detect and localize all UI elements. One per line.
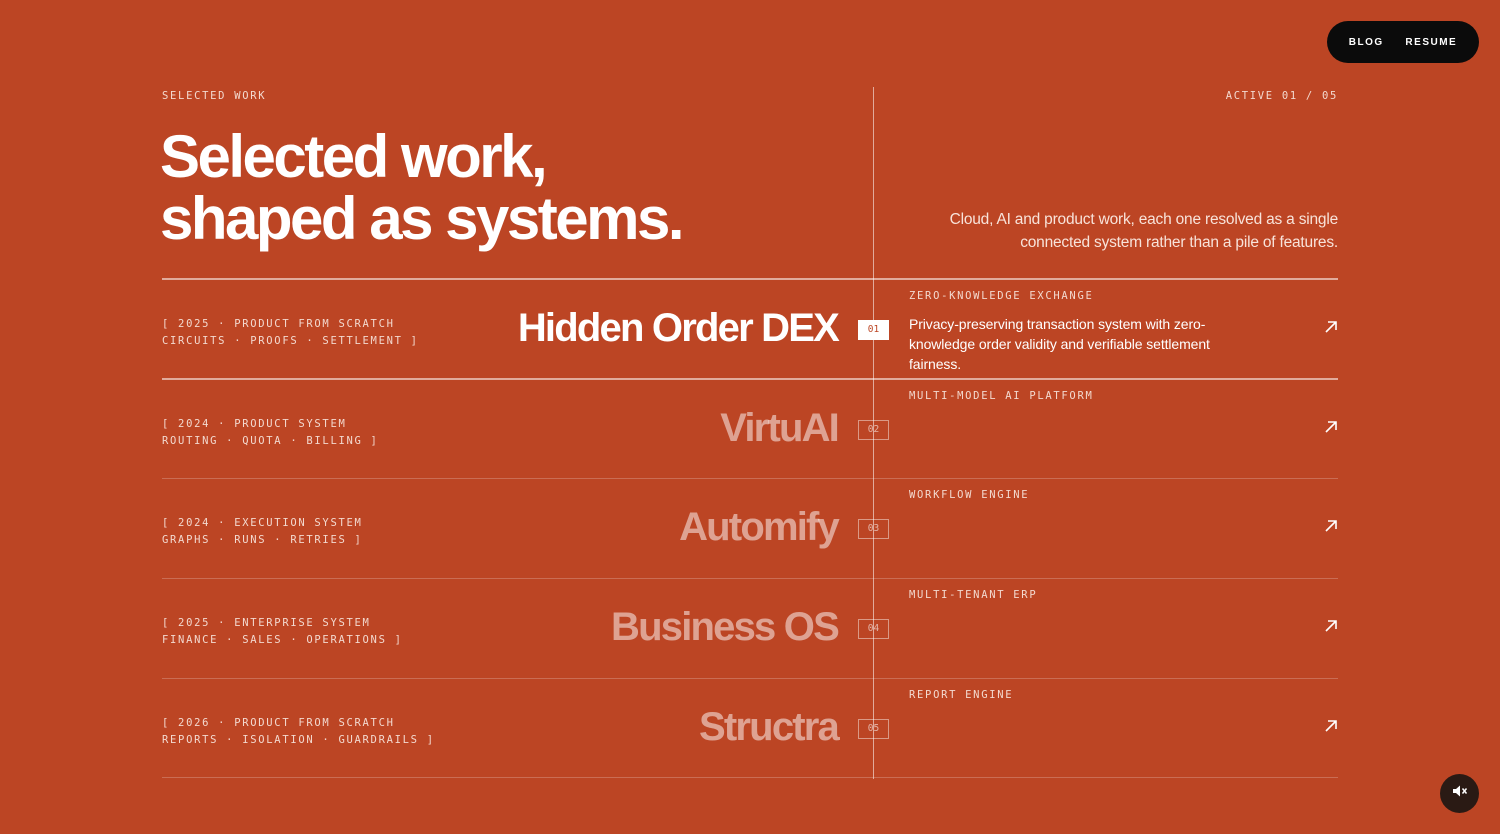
project-category: MULTI-MODEL AI PLATFORM bbox=[909, 390, 1094, 402]
project-meta: [ 2025 · ENTERPRISE SYSTEM FINANCE · SAL… bbox=[162, 615, 403, 649]
project-number-badge: 01 bbox=[858, 320, 889, 340]
project-number-badge: 03 bbox=[858, 519, 889, 539]
arrow-up-right-icon[interactable] bbox=[1324, 619, 1338, 633]
project-meta-line-1: [ 2025 · ENTERPRISE SYSTEM bbox=[162, 617, 371, 629]
arrow-up-right-icon[interactable] bbox=[1324, 420, 1338, 434]
project-category: MULTI-TENANT ERP bbox=[909, 589, 1038, 601]
project-meta-line-2: GRAPHS · RUNS · RETRIES ] bbox=[162, 534, 363, 546]
arrow-up-right-icon[interactable] bbox=[1324, 719, 1338, 733]
project-category: REPORT ENGINE bbox=[909, 689, 1014, 701]
project-number-badge: 02 bbox=[858, 420, 889, 440]
project-meta-line-2: FINANCE · SALES · OPERATIONS ] bbox=[162, 634, 403, 646]
project-meta: [ 2024 · PRODUCT SYSTEM ROUTING · QUOTA … bbox=[162, 416, 379, 450]
project-category: ZERO-KNOWLEDGE EXCHANGE bbox=[909, 290, 1094, 302]
project-meta-line-2: CIRCUITS · PROOFS · SETTLEMENT ] bbox=[162, 335, 419, 347]
project-meta: [ 2024 · EXECUTION SYSTEM GRAPHS · RUNS … bbox=[162, 515, 363, 549]
speaker-muted-icon bbox=[1452, 784, 1468, 803]
project-meta-line-2: REPORTS · ISOLATION · GUARDRAILS ] bbox=[162, 734, 435, 746]
project-meta-line-1: [ 2024 · EXECUTION SYSTEM bbox=[162, 517, 363, 529]
arrow-up-right-icon[interactable] bbox=[1324, 320, 1338, 334]
project-title[interactable]: Hidden Order DEX bbox=[518, 304, 840, 352]
project-title[interactable]: VirtuAI bbox=[720, 404, 840, 452]
sound-toggle-button[interactable] bbox=[1440, 774, 1479, 813]
project-meta-line-1: [ 2025 · PRODUCT FROM SCRATCH bbox=[162, 318, 395, 330]
nav-resume-link[interactable]: RESUME bbox=[1405, 37, 1457, 48]
project-number-badge: 04 bbox=[858, 619, 889, 639]
project-row-virtuai[interactable]: [ 2024 · PRODUCT SYSTEM ROUTING · QUOTA … bbox=[162, 378, 1338, 478]
project-meta-line-1: [ 2024 · PRODUCT SYSTEM bbox=[162, 418, 347, 430]
project-title[interactable]: Automify bbox=[679, 503, 840, 551]
page-title-line-2: shaped as systems. bbox=[160, 185, 684, 252]
project-row-hidden-order-dex[interactable]: [ 2025 · PRODUCT FROM SCRATCH CIRCUITS ·… bbox=[162, 278, 1338, 378]
project-description: Privacy-preserving transaction system wi… bbox=[909, 316, 1210, 372]
project-title[interactable]: Structra bbox=[699, 703, 840, 751]
project-meta-line-1: [ 2026 · PRODUCT FROM SCRATCH bbox=[162, 717, 395, 729]
project-row-structra[interactable]: [ 2026 · PRODUCT FROM SCRATCH REPORTS · … bbox=[162, 678, 1338, 778]
project-meta: [ 2025 · PRODUCT FROM SCRATCH CIRCUITS ·… bbox=[162, 316, 419, 350]
page-title-line-1: Selected work, bbox=[160, 123, 548, 190]
arrow-up-right-icon[interactable] bbox=[1324, 519, 1338, 533]
page: BLOG RESUME SELECTED WORK ACTIVE 01 / 05… bbox=[0, 0, 1500, 834]
project-category: WORKFLOW ENGINE bbox=[909, 489, 1030, 501]
project-number-badge: 05 bbox=[858, 719, 889, 739]
intro-text: Cloud, AI and product work, each one res… bbox=[949, 211, 1339, 251]
project-row-automify[interactable]: [ 2024 · EXECUTION SYSTEM GRAPHS · RUNS … bbox=[162, 478, 1338, 578]
project-row-business-os[interactable]: [ 2025 · ENTERPRISE SYSTEM FINANCE · SAL… bbox=[162, 578, 1338, 678]
project-meta-line-2: ROUTING · QUOTA · BILLING ] bbox=[162, 435, 379, 447]
page-title: Selected work, shaped as systems. bbox=[160, 123, 684, 252]
project-meta: [ 2026 · PRODUCT FROM SCRATCH REPORTS · … bbox=[162, 715, 435, 749]
nav-blog-link[interactable]: BLOG bbox=[1349, 37, 1384, 48]
project-title[interactable]: Business OS bbox=[611, 603, 840, 651]
section-eyebrow: SELECTED WORK bbox=[162, 90, 267, 102]
active-indicator: ACTIVE 01 / 05 bbox=[1225, 90, 1338, 102]
project-list: [ 2025 · PRODUCT FROM SCRATCH CIRCUITS ·… bbox=[162, 278, 1338, 778]
top-nav: BLOG RESUME bbox=[1327, 21, 1479, 63]
